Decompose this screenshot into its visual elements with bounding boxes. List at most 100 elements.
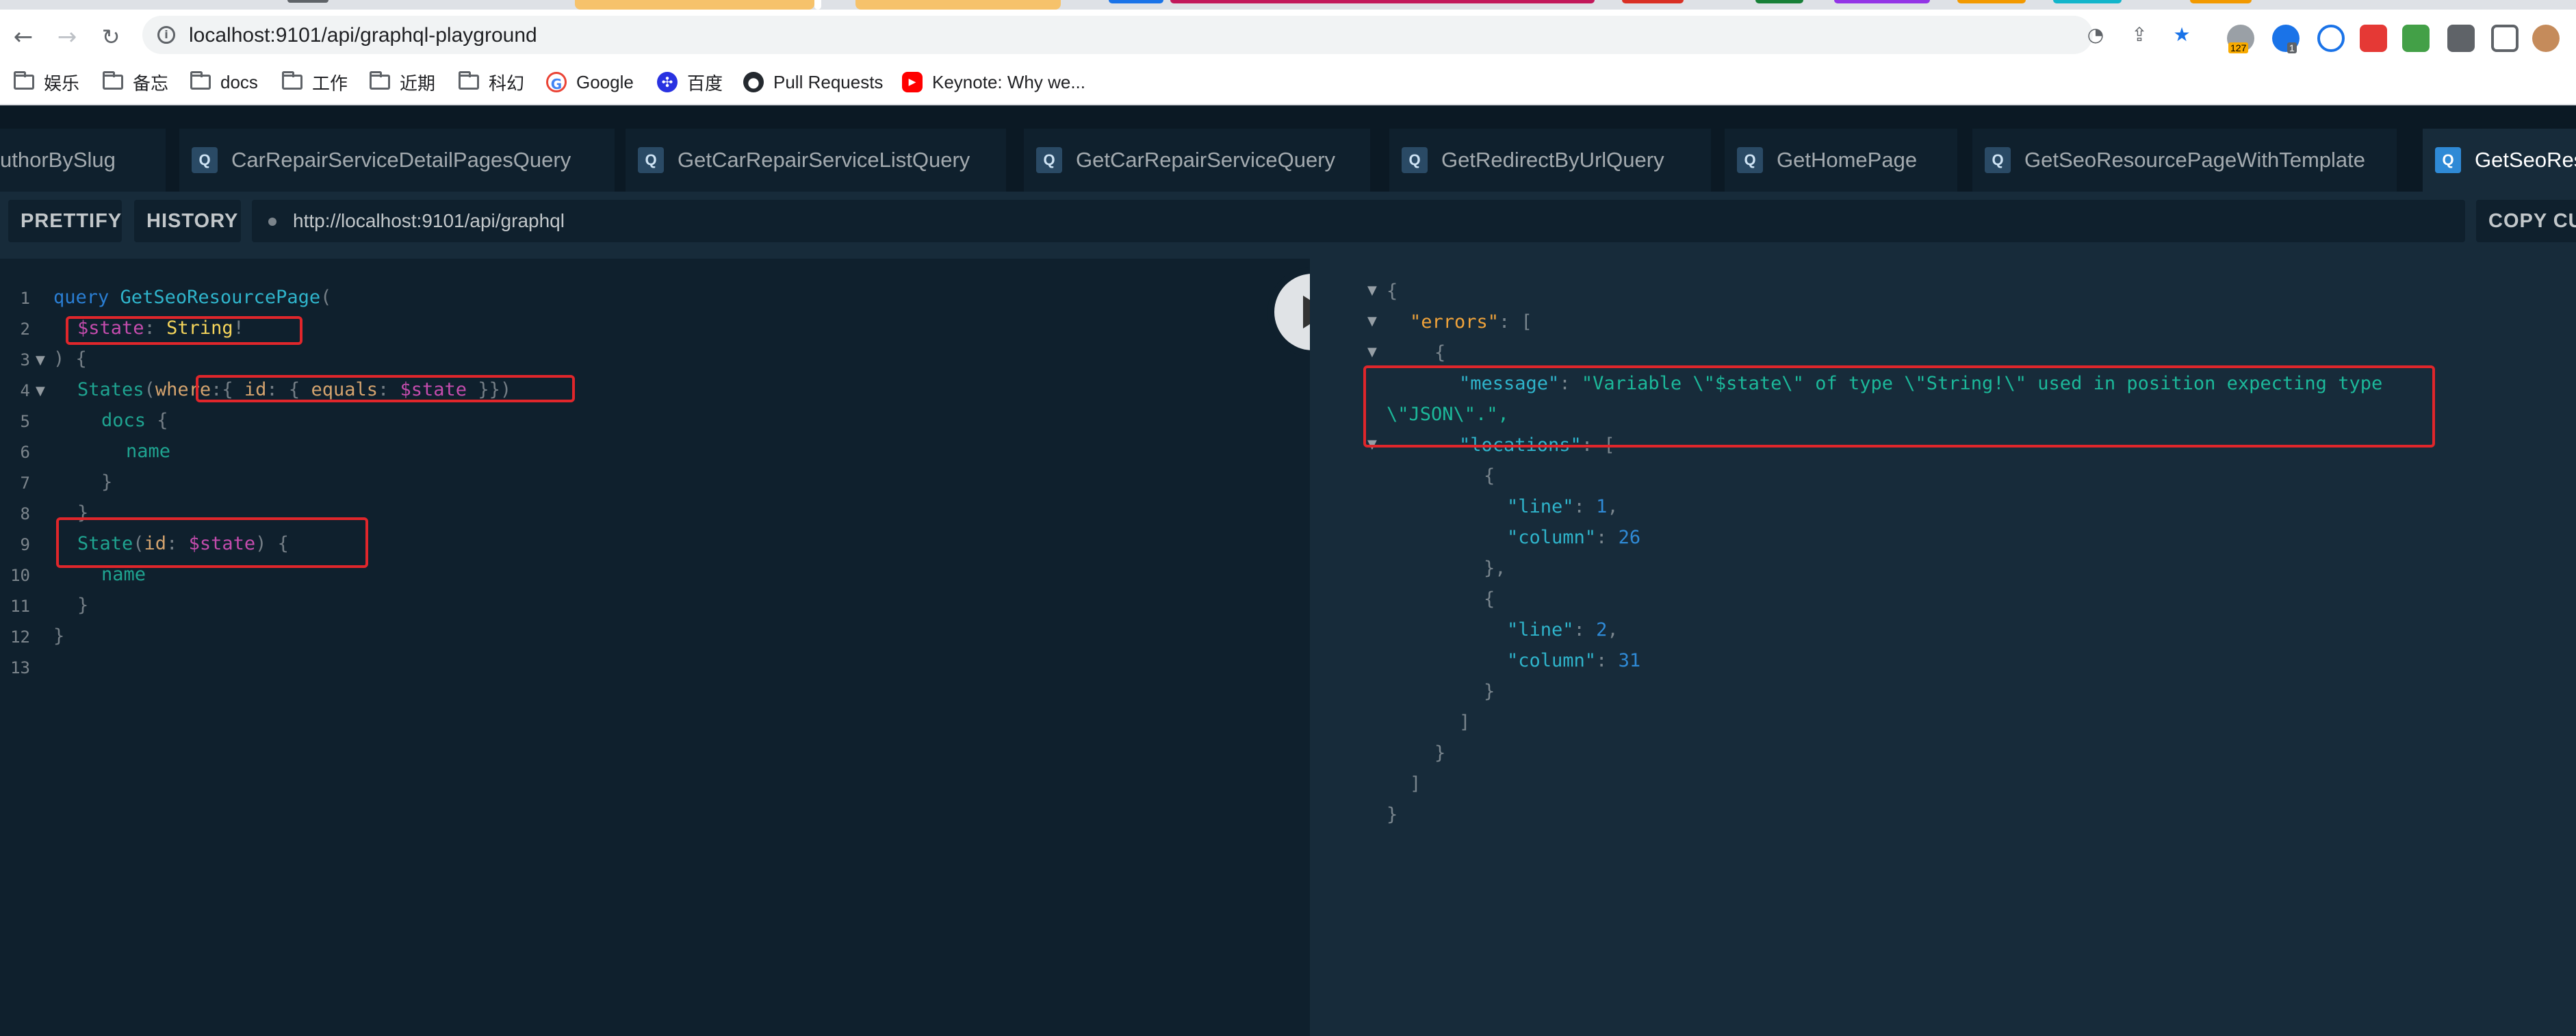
- bookmark-folder[interactable]: 工作: [282, 70, 348, 94]
- forward-arrow-icon[interactable]: →: [53, 23, 81, 51]
- query-badge-icon: Q: [192, 147, 218, 173]
- browser-tab-group[interactable]: [2190, 0, 2252, 3]
- json-line: }: [1434, 742, 1446, 764]
- bookmark-star-icon[interactable]: ★: [2171, 24, 2193, 46]
- github-icon: ●: [743, 72, 764, 92]
- bookmark-folder[interactable]: 娱乐: [14, 70, 79, 94]
- code-line-12: }: [53, 625, 65, 647]
- browser-tab-strip[interactable]: [0, 0, 2576, 10]
- endpoint-input[interactable]: http://localhost:9101/api/graphql: [252, 200, 2465, 242]
- query-tab[interactable]: Q GetCarRepairServiceQuery: [1024, 129, 1370, 192]
- browser-tab-group[interactable]: [1109, 0, 1163, 3]
- fold-arrow-icon[interactable]: ▼: [36, 353, 45, 367]
- bookmark-folder[interactable]: 近期: [370, 70, 435, 94]
- baidu-icon: ✣: [657, 72, 678, 92]
- browser-tab[interactable]: [855, 0, 1061, 10]
- line-number: 13: [10, 658, 30, 677]
- share-icon[interactable]: ⇪: [2128, 24, 2150, 46]
- back-arrow-icon[interactable]: ←: [10, 23, 37, 51]
- bookmark-baidu[interactable]: ✣ 百度: [657, 70, 723, 94]
- fold-arrow-icon[interactable]: ▼: [1367, 314, 1377, 328]
- query-tabs: uthorBySlug Q CarRepairServiceDetailPages…: [0, 114, 2576, 192]
- bookmarks-bar: 娱乐 备忘 docs 工作 近期 科幻 G Google ✣ 百度 ● Pull Re…: [0, 60, 2576, 105]
- extension-avatar-icon[interactable]: 127: [2227, 25, 2254, 53]
- fold-arrow-icon[interactable]: ▼: [1367, 283, 1377, 298]
- browser-tab-indicator: [287, 0, 329, 3]
- code-line-5: docs {: [101, 410, 168, 431]
- line-number: 11: [10, 597, 30, 616]
- code-line-7: }: [101, 471, 113, 493]
- extensions-puzzle-icon[interactable]: [2447, 25, 2475, 52]
- folder-icon: [14, 71, 34, 90]
- address-bar[interactable]: i localhost:9101/api/graphql-playground …: [142, 16, 2191, 54]
- playground-header: [0, 105, 2576, 114]
- browser-tab-group[interactable]: [2053, 0, 2122, 3]
- json-line: {: [1484, 465, 1495, 487]
- query-tab[interactable]: Q GetSeoResourcePageWithTemplate: [1972, 129, 2397, 192]
- query-editor[interactable]: 1 2 3 4 5 6 7 8 9 10 11 12 13 ▼ ▼ query …: [0, 259, 1310, 1036]
- query-badge-icon: Q: [1402, 147, 1428, 173]
- google-icon: G: [546, 72, 567, 92]
- browser-tab-group[interactable]: [1834, 0, 1930, 3]
- performance-gauge-icon[interactable]: ◔: [2085, 24, 2107, 46]
- extension-red-icon[interactable]: [2360, 25, 2387, 52]
- line-number: 10: [10, 566, 30, 585]
- browser-tab-group[interactable]: [1622, 0, 1684, 3]
- browser-tab-group[interactable]: [1755, 0, 1803, 3]
- bookmark-folder[interactable]: 备忘: [103, 70, 168, 94]
- browser-tab[interactable]: [575, 0, 814, 10]
- fold-arrow-icon[interactable]: ▼: [36, 384, 45, 398]
- prettify-button[interactable]: PRETTIFY: [8, 200, 122, 242]
- browser-tab-group[interactable]: [1170, 0, 1595, 3]
- endpoint-url[interactable]: http://localhost:9101/api/graphql: [293, 210, 565, 232]
- url-text[interactable]: localhost:9101/api/graphql-playground: [189, 24, 537, 47]
- extension-badge: 1: [2287, 42, 2297, 53]
- json-line: "line": 1,: [1507, 496, 1619, 517]
- query-tab[interactable]: Q GetRedirectByUrlQuery: [1389, 129, 1711, 192]
- bookmark-folder[interactable]: 科幻: [459, 70, 524, 94]
- extension-puzzle-color-icon[interactable]: [2402, 25, 2430, 52]
- history-button[interactable]: HISTORY: [134, 200, 241, 242]
- json-line: ]: [1459, 712, 1471, 733]
- bookmark-folder[interactable]: docs: [190, 70, 258, 94]
- line-number: 9: [20, 535, 30, 554]
- query-badge-icon: Q: [638, 147, 664, 173]
- copy-curl-button[interactable]: COPY CU: [2476, 200, 2576, 242]
- code-line-3: ) {: [53, 348, 87, 370]
- query-tab[interactable]: uthorBySlug: [0, 129, 166, 192]
- json-line: ]: [1410, 773, 1421, 794]
- line-number: 2: [20, 320, 30, 339]
- json-line: "errors": [: [1410, 311, 1532, 333]
- profile-avatar[interactable]: [2532, 25, 2560, 52]
- fold-arrow-icon[interactable]: ▼: [1367, 345, 1377, 359]
- annotation-box: [196, 375, 575, 402]
- query-tab[interactable]: Q GetHomePage: [1725, 129, 1957, 192]
- code-line-11: }: [77, 595, 89, 616]
- extension-gear-icon[interactable]: 1: [2272, 25, 2300, 53]
- query-tab[interactable]: Q GetCarRepairServiceListQuery: [626, 129, 1006, 192]
- info-icon[interactable]: i: [157, 26, 175, 44]
- extension-lens-icon[interactable]: [2317, 25, 2345, 52]
- line-number: 5: [20, 412, 30, 431]
- bookmark-keynote[interactable]: ▶ Keynote: Why we...: [902, 70, 1085, 94]
- json-line: {: [1387, 281, 1398, 302]
- response-viewer[interactable]: ▼ ▼ ▼ ▼ { "errors": [ { "message": "Vari…: [1310, 259, 2576, 1036]
- json-line: }: [1484, 681, 1495, 702]
- query-badge-icon: Q: [2435, 147, 2461, 173]
- query-tab[interactable]: Q CarRepairServiceDetailPagesQuery: [179, 129, 615, 192]
- line-number: 8: [20, 504, 30, 523]
- bookmark-google[interactable]: G Google: [546, 70, 634, 94]
- line-number: 1: [20, 289, 30, 308]
- youtube-icon: ▶: [902, 72, 923, 92]
- code-line-6: name: [126, 441, 171, 462]
- reload-icon[interactable]: ↻: [97, 23, 125, 51]
- bookmark-pull-requests[interactable]: ● Pull Requests: [743, 70, 883, 94]
- line-number: 3: [20, 350, 30, 370]
- line-number: 7: [20, 474, 30, 493]
- query-badge-icon: Q: [1036, 147, 1062, 173]
- browser-tab-group[interactable]: [1957, 0, 2026, 3]
- query-badge-icon: Q: [1737, 147, 1763, 173]
- side-panel-icon[interactable]: [2491, 25, 2519, 52]
- query-tab-active[interactable]: Q GetSeoRes: [2423, 129, 2576, 192]
- browser-tab-active[interactable]: [814, 0, 821, 10]
